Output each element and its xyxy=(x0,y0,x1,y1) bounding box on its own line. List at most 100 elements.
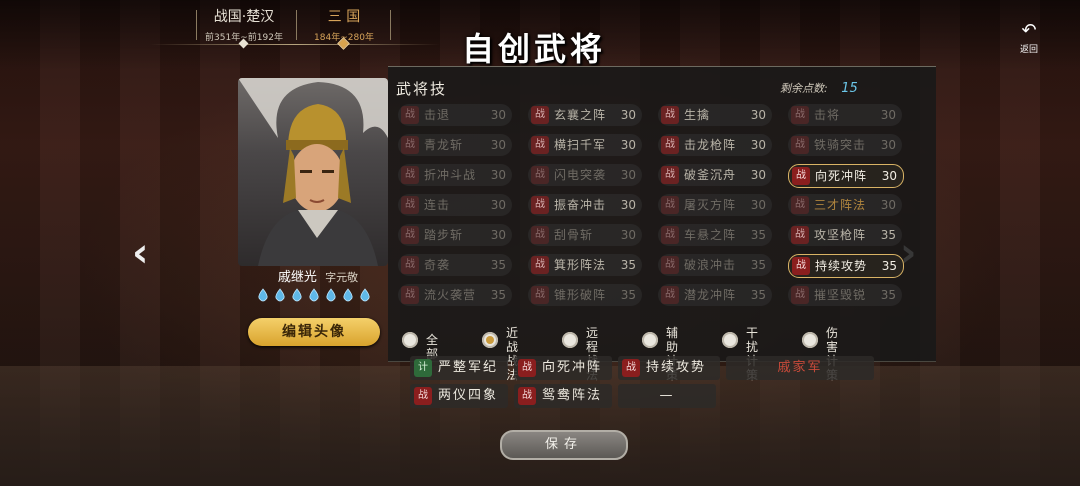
skill-type-tag: 战 xyxy=(518,387,536,405)
equipped-skill-name: 戚家军 xyxy=(777,360,823,375)
skill-item[interactable]: 战振奋冲击 30 xyxy=(528,194,642,216)
skill-item[interactable]: 战生擒 30 xyxy=(658,104,772,126)
skill-name: 锥形破阵 xyxy=(554,288,607,302)
skill-item[interactable]: 战玄襄之阵 30 xyxy=(528,104,642,126)
equipped-skill-slot[interactable]: 战持续攻势 xyxy=(618,356,720,380)
skill-item[interactable]: 战踏步斩 30 xyxy=(398,224,512,246)
skill-cost: 30 xyxy=(490,198,506,212)
radio-button[interactable] xyxy=(562,332,578,348)
skill-item[interactable]: 战摧坚毁锐 35 xyxy=(788,284,902,306)
skill-item[interactable]: 战折冲斗战 30 xyxy=(398,164,512,186)
skill-type-tag: 战 xyxy=(401,196,419,214)
skill-item[interactable]: 战锥形破阵 35 xyxy=(528,284,642,306)
skill-type-tag: 战 xyxy=(401,286,419,304)
skill-name: 车悬之阵 xyxy=(684,228,737,242)
era-name: 战国·楚汉 xyxy=(213,9,275,25)
skill-cost: 30 xyxy=(750,198,766,212)
water-drop-icon xyxy=(275,288,285,302)
equipped-skill-slot[interactable]: 战鸳鸯阵法 xyxy=(514,384,612,408)
skill-type-tag: 战 xyxy=(401,136,419,154)
save-button[interactable]: 保存 xyxy=(500,430,628,460)
radio-button[interactable] xyxy=(402,332,418,348)
skill-item[interactable]: 战击退 30 xyxy=(398,104,512,126)
skill-name: 三才阵法 xyxy=(814,198,867,212)
skill-cost: 35 xyxy=(750,228,766,242)
skill-item[interactable]: 战潜龙冲阵 35 xyxy=(658,284,772,306)
skills-panel-title: 武将技 xyxy=(396,80,448,98)
era-tab-zhanguo[interactable]: 战国·楚汉 前351年~前192年 xyxy=(196,6,292,43)
water-drop-icon xyxy=(343,288,353,302)
skill-name: 持续攻势 xyxy=(815,259,868,273)
skill-item[interactable]: 战击龙枪阵 30 xyxy=(658,134,772,156)
general-courtesy: 字元敬 xyxy=(325,271,359,284)
skill-type-tag: 战 xyxy=(792,257,810,275)
radio-button[interactable] xyxy=(482,332,498,348)
equipped-skill-slot[interactable]: — xyxy=(618,384,716,408)
skill-name: 折冲斗战 xyxy=(424,168,477,182)
skill-type-tag: 战 xyxy=(791,196,809,214)
skill-cost: 30 xyxy=(620,228,636,242)
skill-cost: 35 xyxy=(880,228,896,242)
skill-name: 攻坚枪阵 xyxy=(814,228,867,242)
skill-name: 振奋冲击 xyxy=(554,198,607,212)
skill-item[interactable]: 战连击 30 xyxy=(398,194,512,216)
skill-cost: 35 xyxy=(880,288,896,302)
skill-cost: 30 xyxy=(881,169,897,183)
skill-type-tag: 战 xyxy=(531,106,549,124)
skill-item[interactable]: 战击将 30 xyxy=(788,104,902,126)
skill-item[interactable]: 战刮骨斩 30 xyxy=(528,224,642,246)
return-icon: ↶ xyxy=(1021,20,1037,41)
skill-cost: 30 xyxy=(880,198,896,212)
skill-name: 玄襄之阵 xyxy=(554,108,607,122)
skill-item[interactable]: 战青龙斩 30 xyxy=(398,134,512,156)
era-divider xyxy=(196,10,197,40)
equipped-skill-slot[interactable]: 戚家军 xyxy=(726,356,874,380)
skill-item[interactable]: 战流火袭营 35 xyxy=(398,284,512,306)
prev-arrow-icon[interactable]: ‹ xyxy=(132,233,148,273)
skill-item[interactable]: 战车悬之阵 35 xyxy=(658,224,772,246)
skill-item[interactable]: 战攻坚枪阵 35 xyxy=(788,224,902,246)
radio-button[interactable] xyxy=(642,332,658,348)
radio-button[interactable] xyxy=(722,332,738,348)
era-tab-sanguo[interactable]: 三 国 184年~280年 xyxy=(302,6,386,43)
skill-item[interactable]: 战奇袭 35 xyxy=(398,254,512,276)
skill-item[interactable]: 战屠灭方阵 30 xyxy=(658,194,772,216)
skill-type-tag: 战 xyxy=(531,136,549,154)
skill-item[interactable]: 战三才阵法 30 xyxy=(788,194,902,216)
skill-name: 击将 xyxy=(814,108,841,122)
equipped-skill-slot[interactable]: 计严整军纪 xyxy=(410,356,508,380)
skill-type-tag: 战 xyxy=(531,166,549,184)
skill-type-tag: 战 xyxy=(661,106,679,124)
skill-item[interactable]: 战破浪冲击 35 xyxy=(658,254,772,276)
skill-item[interactable]: 战铁骑突击 30 xyxy=(788,134,902,156)
equipped-skill-slot[interactable]: 战两仪四象 xyxy=(410,384,508,408)
skill-cost: 35 xyxy=(620,258,636,272)
skill-item[interactable]: 战破釜沉舟 30 xyxy=(658,164,772,186)
skill-name: 击龙枪阵 xyxy=(684,138,737,152)
skill-item[interactable]: 战向死冲阵 30 xyxy=(788,164,904,188)
skill-cost: 30 xyxy=(750,108,766,122)
skill-item[interactable]: 战箕形阵法 35 xyxy=(528,254,642,276)
skill-item[interactable]: 战横扫千军 30 xyxy=(528,134,642,156)
skill-name: 踏步斩 xyxy=(424,228,464,242)
radio-button[interactable] xyxy=(802,332,818,348)
skill-name: 箕形阵法 xyxy=(554,258,607,272)
skill-type-tag: 战 xyxy=(791,136,809,154)
skill-type-tag: 战 xyxy=(531,286,549,304)
skill-cost: 35 xyxy=(620,288,636,302)
era-name: 三 国 xyxy=(327,9,361,25)
era-timeline xyxy=(150,44,440,45)
back-button[interactable]: ↶ 返回 xyxy=(1012,20,1046,56)
skill-item[interactable]: 战闪电突袭 30 xyxy=(528,164,642,186)
equipped-skill-slot[interactable]: 战向死冲阵 xyxy=(514,356,612,380)
points-label: 剩余点数: xyxy=(780,82,828,95)
skill-type-tag: 战 xyxy=(791,286,809,304)
skill-name: 连击 xyxy=(424,198,451,212)
skill-cost: 30 xyxy=(620,198,636,212)
skill-type-tag: 战 xyxy=(518,359,536,377)
water-drop-icon xyxy=(309,288,319,302)
skill-item[interactable]: 战持续攻势 35 xyxy=(788,254,904,278)
skill-type-tag: 计 xyxy=(414,359,432,377)
skill-type-tag: 战 xyxy=(791,106,809,124)
edit-avatar-button[interactable]: 编辑头像 xyxy=(248,318,380,346)
